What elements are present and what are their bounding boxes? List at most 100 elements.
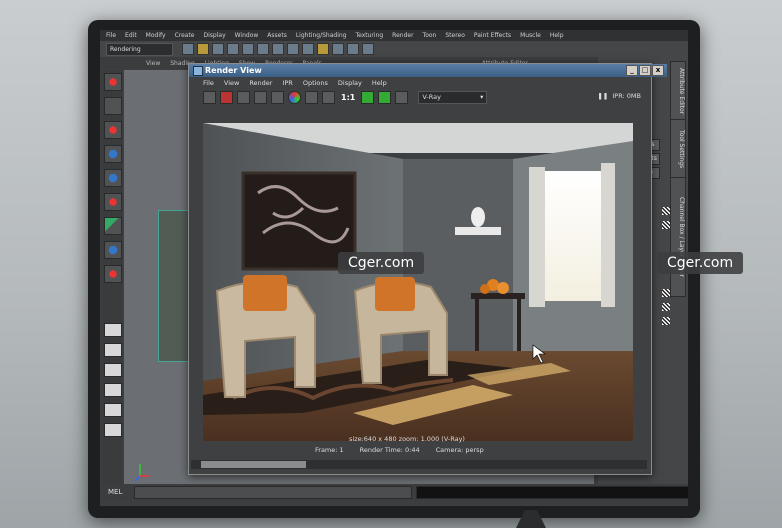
luminance-icon[interactable] — [322, 90, 335, 104]
snap-point-icon[interactable] — [302, 43, 314, 55]
rv-menu-view[interactable]: View — [224, 79, 239, 87]
menu-help[interactable]: Help — [550, 32, 564, 39]
ipr-status: ❚❚ IPR: 0MB — [597, 92, 641, 100]
minimize-button[interactable]: _ — [626, 65, 638, 76]
menu-edit[interactable]: Edit — [125, 32, 137, 39]
rv-menu-options[interactable]: Options — [303, 79, 328, 87]
rotate-tool-icon[interactable] — [104, 169, 122, 187]
checker-swatch-icon[interactable] — [662, 207, 670, 215]
show-manipulator-icon[interactable] — [104, 265, 122, 283]
watermark: Cger.com — [338, 252, 425, 274]
renderer-value: V-Ray — [422, 92, 441, 101]
redo-render-icon[interactable] — [203, 90, 216, 104]
render-size-info: size:640 x 480 zoom: 1.000 (V-Ray) — [349, 435, 465, 443]
frame-info: Frame: 1 — [315, 446, 344, 454]
render-view-menubar: File View Render IPR Options Display Hel… — [189, 77, 665, 88]
select-hierarchy-icon[interactable] — [227, 43, 239, 55]
universal-manipulator-icon[interactable] — [104, 217, 122, 235]
rendered-image[interactable] — [203, 123, 633, 441]
rv-menu-help[interactable]: Help — [372, 79, 387, 87]
tab-attribute-editor[interactable]: Attribute Editor — [670, 61, 686, 121]
menu-stereo[interactable]: Stereo — [445, 32, 465, 39]
four-pane-layout-icon[interactable] — [104, 343, 122, 357]
render-time-info: Render Time: 0:44 — [359, 446, 420, 454]
rv-menu-display[interactable]: Display — [338, 79, 362, 87]
checker-swatch-icon[interactable] — [662, 317, 670, 325]
side-by-side-layout-icon[interactable] — [104, 363, 122, 377]
single-pane-layout-icon[interactable] — [104, 323, 122, 337]
real-size-button[interactable]: 1:1 — [341, 93, 355, 102]
render-region-icon[interactable] — [220, 90, 233, 104]
tab-channel-box[interactable]: Channel Box / Layer Editor — [670, 177, 686, 297]
axis-gizmo-icon — [134, 464, 150, 482]
rgb-channels-icon[interactable] — [288, 90, 301, 104]
open-scene-icon[interactable] — [197, 43, 209, 55]
menu-set-select[interactable]: Rendering — [106, 42, 173, 56]
render-icon[interactable] — [332, 43, 344, 55]
alpha-channel-icon[interactable] — [305, 90, 318, 104]
menu-lighting-shading[interactable]: Lighting/Shading — [296, 32, 347, 39]
save-scene-icon[interactable] — [212, 43, 224, 55]
render-settings-icon[interactable] — [362, 43, 374, 55]
rv-menu-render[interactable]: Render — [249, 79, 272, 87]
select-component-icon[interactable] — [257, 43, 269, 55]
maximize-button[interactable]: □ — [639, 65, 651, 76]
history-icon[interactable] — [317, 43, 329, 55]
render-settings-icon[interactable] — [395, 90, 409, 104]
checker-swatch-icon[interactable] — [662, 289, 670, 297]
move-tool-icon[interactable] — [104, 145, 122, 163]
menu-modify[interactable]: Modify — [146, 32, 166, 39]
render-view-window-icon — [193, 66, 203, 76]
select-object-icon[interactable] — [242, 43, 254, 55]
soft-mod-icon[interactable] — [104, 241, 122, 259]
command-result-field — [415, 485, 688, 499]
command-line: MEL — [100, 484, 688, 500]
persp-outliner-layout-icon[interactable] — [104, 383, 122, 397]
close-button[interactable]: x — [652, 65, 664, 76]
mel-label: MEL — [108, 488, 123, 496]
keep-image-icon[interactable] — [361, 90, 375, 104]
ipr-memory-label: IPR: 0MB — [612, 92, 641, 100]
menu-paint-effects[interactable]: Paint Effects — [474, 32, 511, 39]
menu-file[interactable]: File — [106, 32, 116, 39]
remove-image-icon[interactable] — [378, 90, 392, 104]
mel-command-input[interactable] — [133, 485, 412, 499]
menu-toon[interactable]: Toon — [423, 32, 437, 39]
snapshot-icon[interactable] — [237, 90, 250, 104]
tab-tool-settings[interactable]: Tool Settings — [670, 119, 686, 179]
horizontal-scrollbar[interactable] — [191, 460, 647, 469]
camera-info: Camera: persp — [435, 446, 484, 454]
renderer-select[interactable]: V-Ray ▾ — [418, 90, 488, 104]
panel-menu-view[interactable]: View — [146, 60, 160, 67]
render-view-title: Render View — [205, 66, 262, 75]
menu-render[interactable]: Render — [392, 32, 413, 39]
snap-grid-icon[interactable] — [272, 43, 284, 55]
refresh-ipr-icon[interactable] — [271, 90, 284, 104]
menu-texturing[interactable]: Texturing — [355, 32, 383, 39]
scrollbar-thumb[interactable] — [201, 461, 306, 468]
snap-curve-icon[interactable] — [287, 43, 299, 55]
toolbox — [102, 70, 122, 500]
menu-muscle[interactable]: Muscle — [520, 32, 541, 39]
new-scene-icon[interactable] — [182, 43, 194, 55]
watermark: Cger.com — [657, 252, 744, 274]
checker-swatch-icon[interactable] — [662, 221, 670, 229]
render-view-titlebar[interactable]: Render View _ □ x — [189, 64, 667, 77]
menu-create[interactable]: Create — [175, 32, 195, 39]
pause-icon[interactable]: ❚❚ — [597, 92, 608, 100]
menu-window[interactable]: Window — [235, 32, 259, 39]
menu-display[interactable]: Display — [204, 32, 226, 39]
checker-swatch-icon[interactable] — [662, 303, 670, 311]
chevron-down-icon: ▾ — [480, 92, 484, 101]
ipr-icon[interactable] — [254, 90, 267, 104]
hypershade-layout-icon[interactable] — [104, 423, 122, 437]
rv-menu-ipr[interactable]: IPR — [282, 79, 292, 87]
lasso-tool-icon[interactable] — [104, 97, 122, 115]
ipr-render-icon[interactable] — [347, 43, 359, 55]
select-tool-icon[interactable] — [104, 73, 122, 91]
menu-assets[interactable]: Assets — [267, 32, 287, 39]
rv-menu-file[interactable]: File — [203, 79, 214, 87]
scale-tool-icon[interactable] — [104, 193, 122, 211]
paint-select-icon[interactable] — [104, 121, 122, 139]
persp-graph-layout-icon[interactable] — [104, 403, 122, 417]
